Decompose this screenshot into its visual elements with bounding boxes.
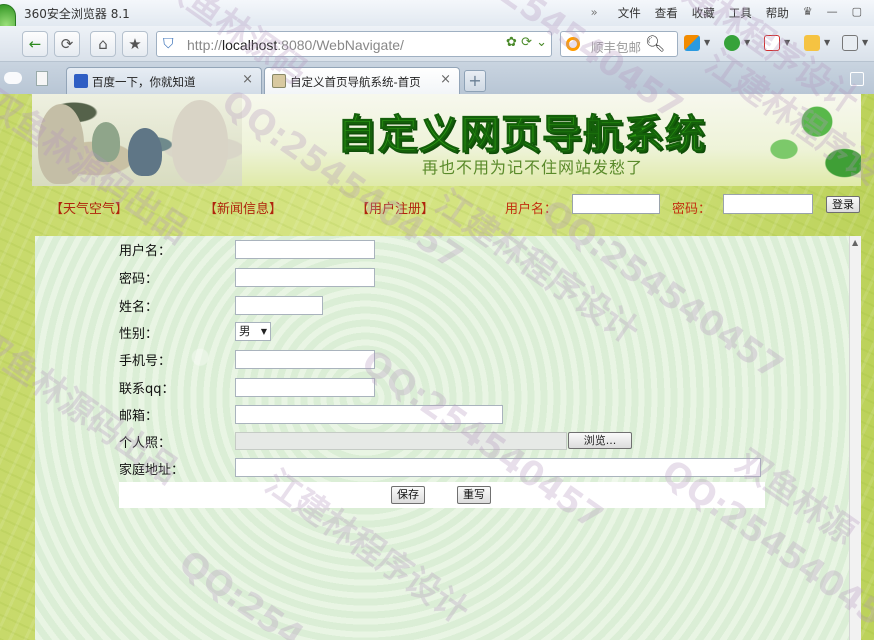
app-title: 360安全浏览器 8.1 <box>24 7 130 21</box>
registration-form: 用户名： 密码： 姓名： 性别： 男 ▼ 手机号： 联系qq： 邮箱： 个人照：… <box>35 236 861 640</box>
phone-label: 手机号： <box>119 354 172 369</box>
site-title: 自定义网页导航系统 <box>337 112 706 159</box>
pdf-dropdown-icon[interactable]: ▼ <box>784 38 790 47</box>
navigation-toolbar: ← ⟳ ⌂ ★ ⛉ http://localhost:8080/WebNavig… <box>0 26 874 62</box>
login-password-label: 密码： <box>672 202 712 217</box>
child-figure <box>128 128 162 176</box>
login-username-input[interactable] <box>572 194 660 214</box>
favorite-button[interactable]: ★ <box>122 31 148 57</box>
url-text[interactable]: http://localhost:8080/WebNavigate/ <box>187 37 404 53</box>
menu-favorites[interactable]: 收藏 <box>692 5 715 21</box>
site-banner: 自定义网页导航系统 再也不用为记不住网站发愁了 <box>32 94 861 186</box>
close-icon[interactable]: × <box>242 72 253 87</box>
tab-bar: 百度一下，你就知道 × 自定义首页导航系统-首页 × + <box>0 62 874 94</box>
home-button[interactable]: ⌂ <box>90 31 116 57</box>
apps-dropdown-icon[interactable]: ▼ <box>704 38 710 47</box>
login-button[interactable]: 登录 <box>826 196 860 213</box>
address-label: 家庭地址： <box>119 463 185 478</box>
gender-label: 性别： <box>119 327 159 342</box>
nav-news-link[interactable]: 【新闻信息】 <box>204 198 282 217</box>
search-icon[interactable]: 🔍︎ <box>645 34 665 53</box>
gender-value: 男 <box>239 324 251 338</box>
teapot-figure <box>92 122 120 162</box>
minimize-icon[interactable]: — <box>827 5 838 21</box>
maximize-icon[interactable]: ▢ <box>852 5 862 21</box>
password-label: 密码： <box>119 272 159 287</box>
gender-select[interactable]: 男 ▼ <box>235 322 271 341</box>
home-icon: ⌂ <box>98 35 108 53</box>
guard-dropdown-icon[interactable]: ▼ <box>744 38 750 47</box>
qq-label: 联系qq： <box>119 382 175 397</box>
site-subtitle: 再也不用为记不住网站发愁了 <box>422 158 644 177</box>
top-navigation: 【天气空气】 【新闻信息】 【用户注册】 用户名： 密码： 登录 <box>0 192 874 218</box>
name-label: 姓名： <box>119 300 159 315</box>
nav-register-link[interactable]: 【用户注册】 <box>356 198 434 217</box>
banner-illustration <box>32 94 242 186</box>
screenshot-icon[interactable] <box>804 35 820 51</box>
refresh-icon: ⟳ <box>60 35 74 53</box>
tab-label: 自定义首页导航系统-首页 <box>290 75 421 89</box>
reset-button[interactable]: 重写 <box>457 486 491 504</box>
title-bar: 360安全浏览器 8.1 » 文件 查看 收藏 工具 帮助 ♛ — ▢ <box>0 0 874 56</box>
web-page: 自定义网页导航系统 再也不用为记不住网站发愁了 【天气空气】 【新闻信息】 【用… <box>0 94 874 640</box>
username-field[interactable] <box>235 240 375 259</box>
screenshot-dropdown-icon[interactable]: ▼ <box>824 38 830 47</box>
baidu-paw-icon <box>74 74 88 88</box>
nav-weather-link[interactable]: 【天气空气】 <box>50 198 128 217</box>
search-box[interactable]: 顺丰包邮 🔍︎ <box>560 31 678 57</box>
menu-file[interactable]: 文件 <box>618 5 641 21</box>
mail-dropdown-icon[interactable]: ▼ <box>862 38 868 47</box>
security-shield-icon: ⛉ <box>163 36 174 52</box>
photo-file-input[interactable] <box>235 432 567 450</box>
menu-view[interactable]: 查看 <box>655 5 678 21</box>
menu-overflow-icon[interactable]: » <box>591 5 598 21</box>
tab-baidu[interactable]: 百度一下，你就知道 × <box>66 67 262 94</box>
cloud-icon[interactable] <box>4 72 22 84</box>
username-label: 用户名： <box>119 244 172 259</box>
restore-tabs-icon[interactable] <box>850 72 864 86</box>
security-guard-icon[interactable] <box>724 35 740 51</box>
qq-field[interactable] <box>235 378 375 397</box>
mail-icon[interactable] <box>842 35 858 51</box>
page-favicon-icon <box>272 74 286 88</box>
scholar-figure <box>172 100 228 184</box>
tab-navigate-home[interactable]: 自定义首页导航系统-首页 × <box>264 67 460 94</box>
chevron-down-icon: ▼ <box>260 327 267 336</box>
scroll-up-icon[interactable]: ▲ <box>852 238 858 247</box>
login-password-input[interactable] <box>723 194 813 214</box>
password-field[interactable] <box>235 268 375 287</box>
search-engine-icon[interactable] <box>566 37 580 51</box>
refresh-button[interactable]: ⟳ <box>54 31 80 57</box>
photo-label: 个人照： <box>119 436 172 451</box>
apps-icon[interactable] <box>684 35 700 51</box>
form-actions: 保存 重写 <box>119 482 765 508</box>
back-button[interactable]: ← <box>22 31 48 57</box>
pdf-icon[interactable] <box>764 35 780 51</box>
tab-label: 百度一下，你就知道 <box>92 75 196 89</box>
email-field[interactable] <box>235 405 503 424</box>
menu-help[interactable]: 帮助 <box>766 5 789 21</box>
address-bar[interactable]: ⛉ http://localhost:8080/WebNavigate/ ✿ ⟳… <box>156 31 552 57</box>
address-field[interactable] <box>235 458 761 477</box>
leaves-decoration <box>751 94 861 186</box>
phone-field[interactable] <box>235 350 375 369</box>
save-button[interactable]: 保存 <box>391 486 425 504</box>
menu-bar: » 文件 查看 收藏 工具 帮助 ♛ — ▢ <box>591 5 862 21</box>
star-icon: ★ <box>128 35 142 53</box>
name-field[interactable] <box>235 296 323 315</box>
menu-tools[interactable]: 工具 <box>729 5 752 21</box>
close-icon[interactable]: × <box>440 72 451 87</box>
browse-button[interactable]: 浏览... <box>568 432 632 449</box>
sidebar-toggle-icon[interactable] <box>36 71 48 86</box>
vertical-scrollbar[interactable]: ▲ <box>849 236 861 640</box>
page-mode-icon[interactable]: ✿ ⟳ ⌄ <box>506 35 547 50</box>
skin-icon[interactable]: ♛ <box>803 5 813 21</box>
email-label: 邮箱： <box>119 409 159 424</box>
new-tab-button[interactable]: + <box>464 70 486 92</box>
back-arrow-icon: ← <box>28 35 42 53</box>
login-username-label: 用户名： <box>505 202 558 217</box>
elder-figure <box>38 104 84 184</box>
search-input[interactable]: 顺丰包邮 <box>591 37 647 56</box>
